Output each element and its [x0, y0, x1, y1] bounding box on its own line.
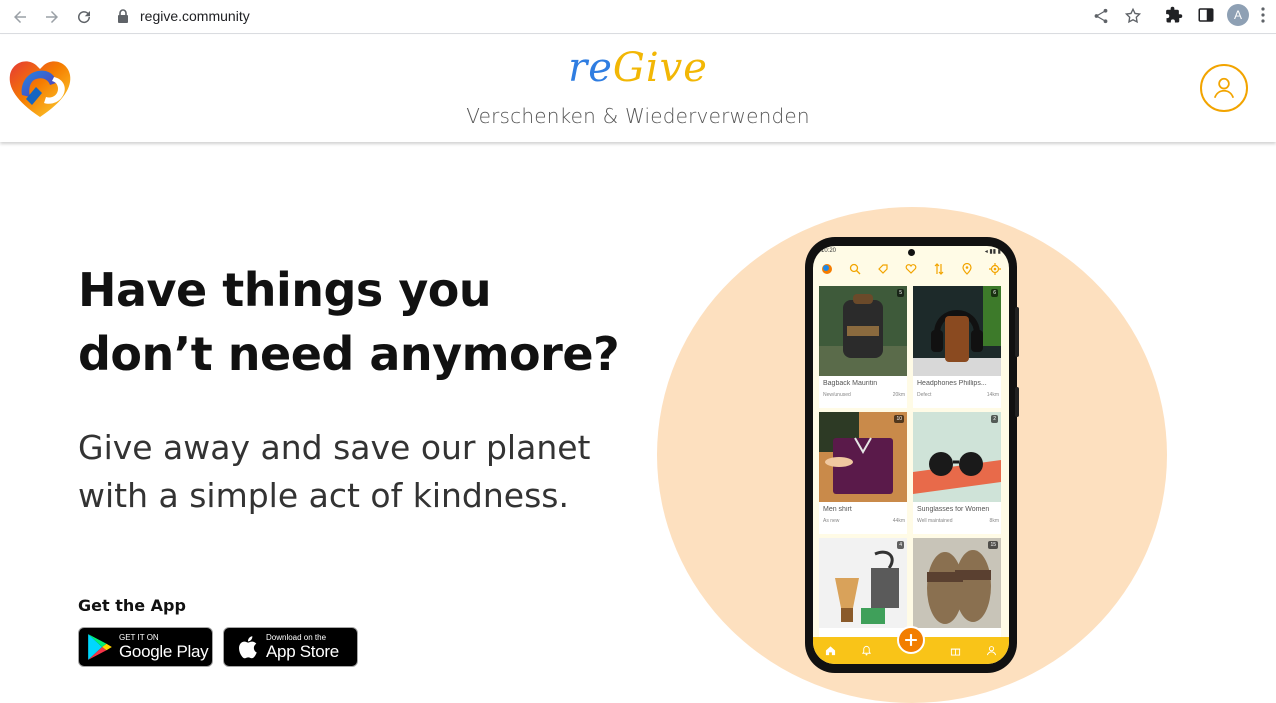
- headphones-image: [913, 286, 1001, 376]
- item-condition: New/unused: [823, 392, 851, 398]
- reload-button[interactable]: [72, 5, 96, 29]
- status-icons: ◂ ▮▮ ▮: [984, 249, 1001, 255]
- phone-mockup: 10:20 ◂ ▮▮ ▮ 5 Bagback Mauritin New/unus…: [805, 237, 1019, 673]
- item-card[interactable]: 10 Men shirt As new 44km: [819, 412, 907, 534]
- item-badge: 10: [894, 415, 904, 423]
- profile-avatar[interactable]: A: [1227, 4, 1249, 26]
- item-distance: 14km: [986, 392, 999, 398]
- gps-icon: [989, 263, 1001, 275]
- lock-icon: [118, 9, 128, 23]
- app-logo-icon: [822, 264, 832, 274]
- item-distance: 44km: [892, 518, 905, 524]
- google-play-button[interactable]: GET IT ON Google Play: [78, 627, 213, 667]
- google-play-small-text: GET IT ON: [119, 633, 159, 642]
- item-condition: As new: [823, 518, 840, 524]
- arrow-right-icon: [46, 11, 58, 23]
- site-header: reGive Verschenken & Wiederverwenden: [0, 35, 1276, 142]
- user-icon: [1213, 77, 1235, 99]
- bell-icon: [862, 645, 872, 656]
- item-badge: 6: [991, 289, 998, 297]
- item-badge: 2: [991, 415, 998, 423]
- item-distance: 8km: [989, 518, 999, 524]
- shirt-image: [819, 412, 907, 502]
- phone-app-toolbar: [813, 258, 1009, 280]
- item-badge: 5: [897, 289, 904, 297]
- brand-re: re: [568, 45, 613, 91]
- home-icon: [826, 646, 836, 656]
- get-app-label: Get the App: [78, 596, 186, 615]
- brand-wordmark: reGive: [0, 45, 1276, 91]
- apple-icon: [239, 636, 257, 659]
- item-card[interactable]: 5 Bagback Mauritin New/unused 20km: [819, 286, 907, 408]
- hero-subtitle: Give away and save our planet with a sim…: [78, 428, 591, 515]
- app-store-big-text: App Store: [266, 642, 339, 661]
- coffee-maker-image: [819, 538, 907, 628]
- phone-screen: 10:20 ◂ ▮▮ ▮ 5 Bagback Mauritin New/unus…: [813, 246, 1009, 664]
- user-profile-button[interactable]: [1200, 64, 1248, 112]
- item-distance: 20km: [892, 392, 905, 398]
- item-condition: Defect: [917, 392, 932, 398]
- tag-icon: [878, 264, 888, 274]
- item-meta: As new 44km: [823, 518, 905, 524]
- item-name: Sunglasses for Women: [917, 506, 990, 513]
- phone-button: [1015, 307, 1019, 357]
- address-bar[interactable]: regive.community: [106, 2, 1156, 30]
- item-name: Men shirt: [823, 506, 852, 513]
- user-icon: [986, 646, 996, 656]
- sunglasses-image: [913, 412, 1001, 502]
- phone-button: [1015, 387, 1019, 417]
- item-badge: 15: [988, 541, 998, 549]
- share-icon[interactable]: [1092, 7, 1110, 25]
- brand-give: Give: [612, 45, 708, 91]
- forward-button[interactable]: [40, 5, 64, 29]
- sort-icon: [934, 263, 944, 275]
- google-play-big-text: Google Play: [119, 642, 209, 661]
- item-badge: 4: [897, 541, 904, 549]
- app-store-button[interactable]: Download on the App Store: [223, 627, 358, 667]
- reload-icon: [78, 11, 91, 24]
- more-menu-icon[interactable]: [1258, 6, 1268, 24]
- url-text: regive.community: [140, 8, 250, 24]
- hero-title: Have things you don’t need anymore?: [78, 263, 620, 381]
- item-card[interactable]: 2 Sunglasses for Women Well maintained 8k…: [913, 412, 1001, 534]
- item-condition: Well maintained: [917, 518, 953, 524]
- browser-toolbar: regive.community A: [0, 0, 1276, 34]
- google-play-icon: [88, 634, 112, 660]
- item-name: Headphones Phillips...: [917, 380, 987, 387]
- item-meta: New/unused 20km: [823, 392, 905, 398]
- phone-time: 10:20: [821, 248, 837, 254]
- app-store-small-text: Download on the: [266, 633, 327, 642]
- side-panel-icon[interactable]: [1197, 6, 1215, 24]
- extensions-icon[interactable]: [1165, 6, 1183, 24]
- backpack-image: [819, 286, 907, 376]
- item-meta: Well maintained 8km: [917, 518, 999, 524]
- item-name: Bagback Mauritin: [823, 380, 878, 387]
- star-icon[interactable]: [1124, 7, 1142, 25]
- item-meta: Defect 14km: [917, 392, 999, 398]
- heart-icon: [905, 264, 917, 274]
- back-button[interactable]: [8, 5, 32, 29]
- item-card[interactable]: 6 Headphones Phillips... Defect 14km: [913, 286, 1001, 408]
- plus-icon: [905, 634, 917, 646]
- sandals-image: [913, 538, 1001, 628]
- gift-icon: [950, 648, 960, 656]
- tagline: Verschenken & Wiederverwenden: [466, 104, 810, 128]
- add-item-fab: [897, 626, 925, 654]
- arrow-left-icon: [14, 11, 26, 23]
- location-pin-icon: [962, 263, 972, 275]
- search-icon: [849, 263, 861, 275]
- camera-notch: [908, 249, 915, 256]
